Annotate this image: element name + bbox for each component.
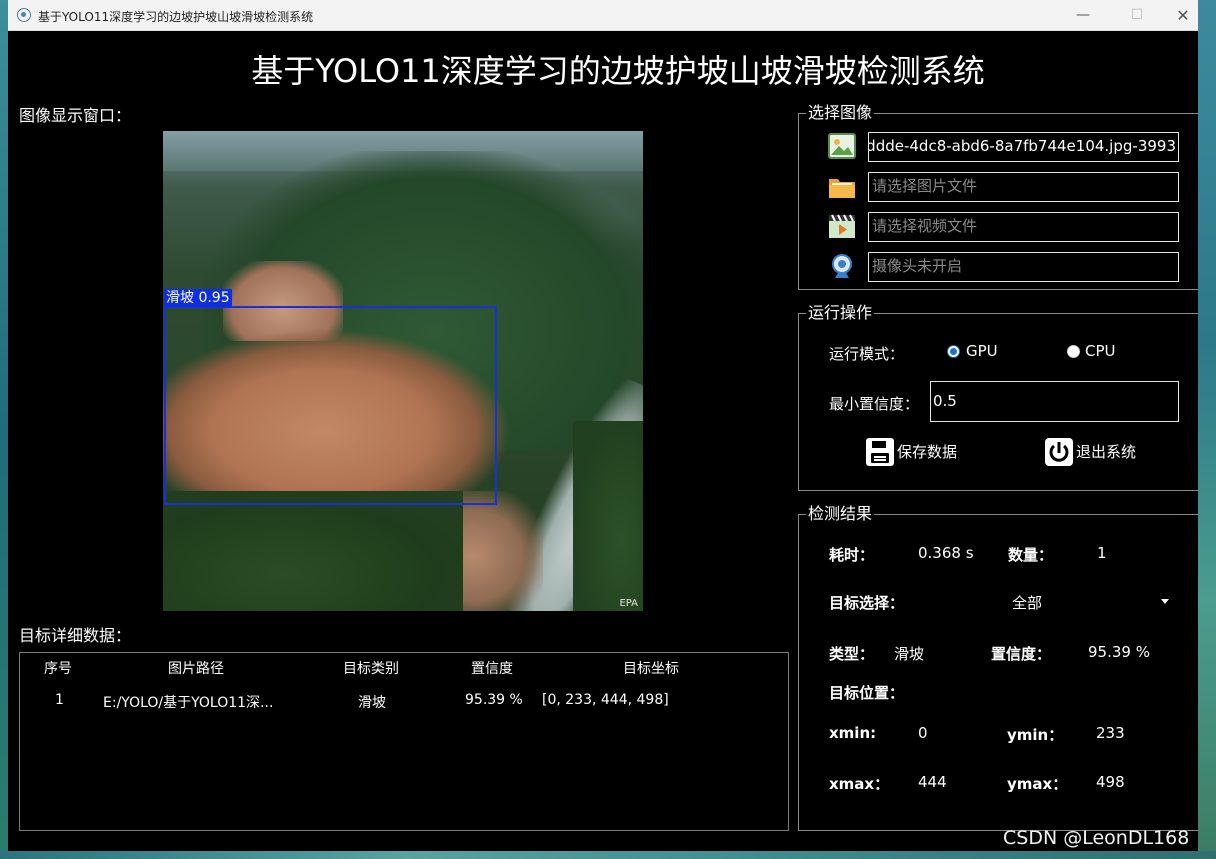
detection-results-group: 检测结果 耗时： 0.368 s 数量： 1 目标选择： 全部 类型： 滑坡 置…: [798, 504, 1198, 831]
image-panel-label: 图像显示窗口：: [19, 106, 132, 125]
image-file-input[interactable]: 请选择图片文件: [868, 172, 1179, 202]
results-table[interactable]: 序号 图片路径 目标类别 置信度 目标坐标 1 E:/YOLO/基于YOLO11…: [19, 652, 789, 831]
photo-forest-right: [573, 421, 643, 611]
minimize-button[interactable]: —: [1060, 0, 1106, 31]
count-label: 数量：: [1008, 546, 1054, 564]
csdn-watermark: CSDN @LeonDL168: [1003, 827, 1190, 849]
table-cell-path[interactable]: E:/YOLO/基于YOLO11深...: [103, 692, 273, 712]
camera-input[interactable]: 摄像头未开启: [868, 252, 1179, 282]
video-file-input[interactable]: 请选择视频文件: [868, 212, 1179, 242]
table-cell-class[interactable]: 滑坡: [358, 692, 386, 712]
ymax-label: ymax：: [1007, 775, 1068, 793]
cpu-radio-label[interactable]: CPU: [1085, 342, 1116, 360]
table-cell-index[interactable]: 1: [55, 692, 64, 708]
table-cell-coords[interactable]: [0, 233, 444, 498]: [542, 692, 669, 708]
detection-label: 滑坡 0.95: [164, 289, 232, 307]
xmin-value: 0: [918, 724, 928, 742]
folder-icon[interactable]: [827, 171, 857, 201]
target-position-label: 目标位置：: [829, 684, 905, 702]
detection-box: [164, 306, 497, 505]
gpu-radio-label[interactable]: GPU: [966, 342, 998, 360]
save-icon: [865, 437, 895, 467]
xmax-label: xmax：: [829, 775, 890, 793]
power-icon: [1044, 437, 1074, 467]
photo-forest: [163, 491, 463, 611]
app-window: 基于YOLO11深度学习的边坡护坡山坡滑坡检测系统 — ☐ ✕ 基于YOLO11…: [8, 0, 1198, 851]
image-icon[interactable]: [827, 131, 857, 161]
time-label: 耗时：: [829, 546, 875, 564]
title-bar[interactable]: 基于YOLO11深度学习的边坡护坡山坡滑坡检测系统 — ☐ ✕: [8, 0, 1198, 31]
target-select-label: 目标选择：: [829, 594, 905, 612]
desktop-wallpaper-left: [0, 0, 8, 859]
time-value: 0.368 s: [918, 544, 974, 562]
select-image-group: 选择图像 3993-ddde-4dc8-abd6-8a7fb744e104.jp…: [798, 103, 1198, 290]
xmax-value: 444: [918, 773, 947, 791]
col-header-class[interactable]: 目标类别: [343, 658, 399, 678]
desktop-wallpaper-bottom: [0, 851, 1216, 859]
xmin-label: xmin:: [829, 724, 877, 742]
save-data-label: 保存数据: [897, 443, 958, 461]
min-confidence-label: 最小置信度：: [829, 395, 920, 413]
gpu-radio[interactable]: [947, 345, 960, 358]
maximize-button[interactable]: ☐: [1114, 0, 1160, 31]
table-cell-confidence[interactable]: 95.39 %: [465, 692, 523, 708]
chevron-down-icon[interactable]: [1161, 599, 1169, 604]
confidence-value: 95.39 %: [1088, 643, 1150, 661]
webcam-icon[interactable]: [827, 251, 857, 281]
select-image-title: 选择图像: [806, 103, 875, 123]
save-data-button[interactable]: 保存数据: [865, 436, 975, 468]
target-select-value: 全部: [1012, 594, 1043, 612]
desktop-wallpaper-right: [1198, 0, 1216, 859]
window-title: 基于YOLO11深度学习的边坡护坡山坡滑坡检测系统: [38, 10, 314, 24]
col-header-path[interactable]: 图片路径: [168, 658, 224, 678]
col-header-index[interactable]: 序号: [44, 658, 72, 678]
exit-label: 退出系统: [1076, 443, 1137, 461]
type-label: 类型：: [829, 645, 875, 663]
video-icon[interactable]: [827, 211, 857, 241]
count-value: 1: [1097, 544, 1107, 562]
ymax-value: 498: [1096, 773, 1125, 791]
type-value: 滑坡: [894, 645, 925, 663]
target-select-dropdown[interactable]: 全部: [919, 583, 1179, 619]
min-confidence-input[interactable]: 0.5: [930, 381, 1179, 422]
ymin-label: ymin：: [1007, 726, 1064, 744]
cpu-radio[interactable]: [1067, 345, 1080, 358]
col-header-confidence[interactable]: 置信度: [471, 658, 513, 678]
app-icon: [17, 8, 31, 22]
photo-credit: EPA: [619, 598, 638, 609]
table-label: 目标详细数据：: [19, 626, 132, 645]
results-title: 检测结果: [806, 504, 875, 524]
image-path-field[interactable]: 3993-ddde-4dc8-abd6-8a7fb744e104.jpg: [868, 132, 1179, 162]
run-ops-title: 运行操作: [806, 303, 875, 323]
run-mode-label: 运行模式：: [829, 345, 905, 363]
confidence-label: 置信度：: [991, 645, 1052, 663]
run-ops-group: 运行操作 运行模式： GPU CPU 最小置信度： 0.5 保存数据 退出系统: [798, 303, 1198, 491]
exit-button[interactable]: 退出系统: [1044, 436, 1154, 468]
col-header-coords[interactable]: 目标坐标: [623, 658, 679, 678]
close-button[interactable]: ✕: [1160, 0, 1198, 31]
page-title: 基于YOLO11深度学习的边坡护坡山坡滑坡检测系统: [251, 52, 985, 90]
ymin-value: 233: [1096, 724, 1125, 742]
image-display: 滑坡 0.95 EPA: [163, 131, 643, 611]
